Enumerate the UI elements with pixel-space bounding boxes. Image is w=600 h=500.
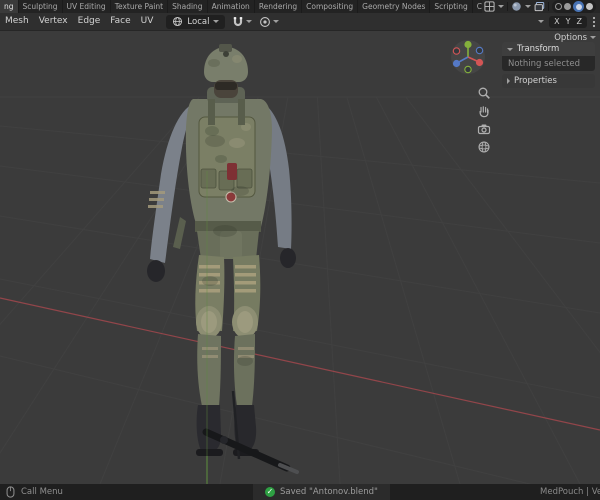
proportional-edit-control[interactable] <box>259 16 280 28</box>
object-stats-text: MedPouch | Vert <box>540 487 600 497</box>
status-left: Call Menu <box>6 484 63 500</box>
transform-panel-header[interactable]: Transform <box>502 42 595 56</box>
chevron-right-icon <box>507 78 510 84</box>
material-shading-icon[interactable] <box>573 1 584 12</box>
options-dropdown[interactable]: Options <box>554 31 596 44</box>
ortho-grid-icon[interactable] <box>477 140 491 154</box>
transform-panel-body: Nothing selected <box>502 56 595 71</box>
keymap-hint-label: Call Menu <box>21 487 63 497</box>
chevron-down-icon <box>273 20 280 23</box>
mirror-x-toggle[interactable]: X <box>554 17 559 26</box>
pan-hand-icon[interactable] <box>477 104 491 118</box>
topbar-right-controls <box>482 0 598 13</box>
sidebar-panel: Transform Nothing selected Properties <box>502 42 595 88</box>
properties-panel-title: Properties <box>514 76 557 86</box>
mirror-axis-toggles: X Y Z <box>549 15 587 28</box>
object-stats: MedPouch | Vert <box>540 484 600 500</box>
menu-mesh[interactable]: Mesh <box>0 13 34 30</box>
scene-icon[interactable] <box>511 1 522 12</box>
material-shading-dot <box>575 3 582 10</box>
tab-texture-paint[interactable]: Texture Paint <box>110 0 169 13</box>
overflow-dots-icon[interactable] <box>592 16 596 28</box>
zoom-icon[interactable] <box>477 86 491 100</box>
menu-vertex[interactable]: Vertex <box>34 13 73 30</box>
orientation-value: Local <box>187 16 210 27</box>
x-axis-line <box>0 297 600 431</box>
viewport-header-right: X Y Z <box>538 15 600 28</box>
chevron-down-icon <box>507 47 513 51</box>
tab-geometry-nodes[interactable]: Geometry Nodes <box>358 0 431 13</box>
mouse-icon <box>6 486 15 498</box>
tab-compositing[interactable]: Compositing <box>302 0 359 13</box>
chevron-down-icon[interactable] <box>525 5 531 8</box>
soldier-model[interactable] <box>147 44 296 456</box>
status-bar: Call Menu ✓ Saved "Antonov.blend" MedPou… <box>0 484 600 500</box>
topbar: ng Sculpting UV Editing Texture Paint Sh… <box>0 0 600 13</box>
viewport-scene <box>0 44 600 500</box>
saved-check-icon: ✓ <box>265 487 275 497</box>
menu-uv[interactable]: UV <box>136 13 159 30</box>
blender-window: ng Sculpting UV Editing Texture Paint Sh… <box>0 0 600 500</box>
mirror-y-toggle[interactable]: Y <box>566 17 571 26</box>
editor-grid-icon[interactable] <box>484 1 495 12</box>
transform-orientation-dropdown[interactable]: Local <box>166 14 226 29</box>
viewport-header: Mesh Vertex Edge Face UV Local X Y Z <box>0 13 600 31</box>
rendered-shading-icon[interactable] <box>586 3 593 10</box>
menu-face[interactable]: Face <box>105 13 135 30</box>
nothing-selected-text: Nothing selected <box>508 58 581 69</box>
chevron-down-icon <box>213 20 220 23</box>
properties-panel-header[interactable]: Properties <box>502 74 595 88</box>
wireframe-shading-icon[interactable] <box>555 3 562 10</box>
solid-shading-icon[interactable] <box>564 3 571 10</box>
proportional-edit-icon <box>260 16 271 27</box>
tab-scripting[interactable]: Scripting <box>430 0 473 13</box>
divider <box>507 2 508 11</box>
snap-magnet-icon <box>234 16 243 26</box>
options-label: Options <box>554 32 587 43</box>
workspace-tabs: ng Sculpting UV Editing Texture Paint Sh… <box>0 0 521 13</box>
viewport-nav-buttons <box>477 86 491 154</box>
tab-animation[interactable]: Animation <box>207 0 255 13</box>
mirror-z-toggle[interactable]: Z <box>577 17 582 26</box>
save-message-text: Saved "Antonov.blend" <box>280 487 378 497</box>
snap-control[interactable] <box>232 16 253 28</box>
tab-sculpting[interactable]: Sculpting <box>18 0 63 13</box>
camera-view-icon[interactable] <box>477 122 491 136</box>
tab-modeling[interactable]: ng <box>0 0 19 13</box>
chevron-down-icon <box>246 20 253 23</box>
viewport-3d[interactable] <box>0 31 600 500</box>
chevron-down-icon <box>590 36 596 39</box>
save-status-message: ✓ Saved "Antonov.blend" <box>253 484 390 500</box>
chevron-down-icon[interactable] <box>538 20 545 23</box>
menu-edge[interactable]: Edge <box>73 13 106 30</box>
floor-grid <box>0 96 600 500</box>
tab-shading[interactable]: Shading <box>168 0 208 13</box>
tab-uv-editing[interactable]: UV Editing <box>62 0 111 13</box>
view-layer-icon[interactable] <box>534 1 545 12</box>
chevron-down-icon[interactable] <box>498 5 504 8</box>
viewport-shading-group <box>552 0 596 13</box>
tab-rendering[interactable]: Rendering <box>254 0 303 13</box>
orientation-icon <box>173 16 183 27</box>
transform-panel-title: Transform <box>517 44 560 54</box>
navigation-gizmo[interactable] <box>449 38 487 76</box>
divider <box>548 2 549 11</box>
